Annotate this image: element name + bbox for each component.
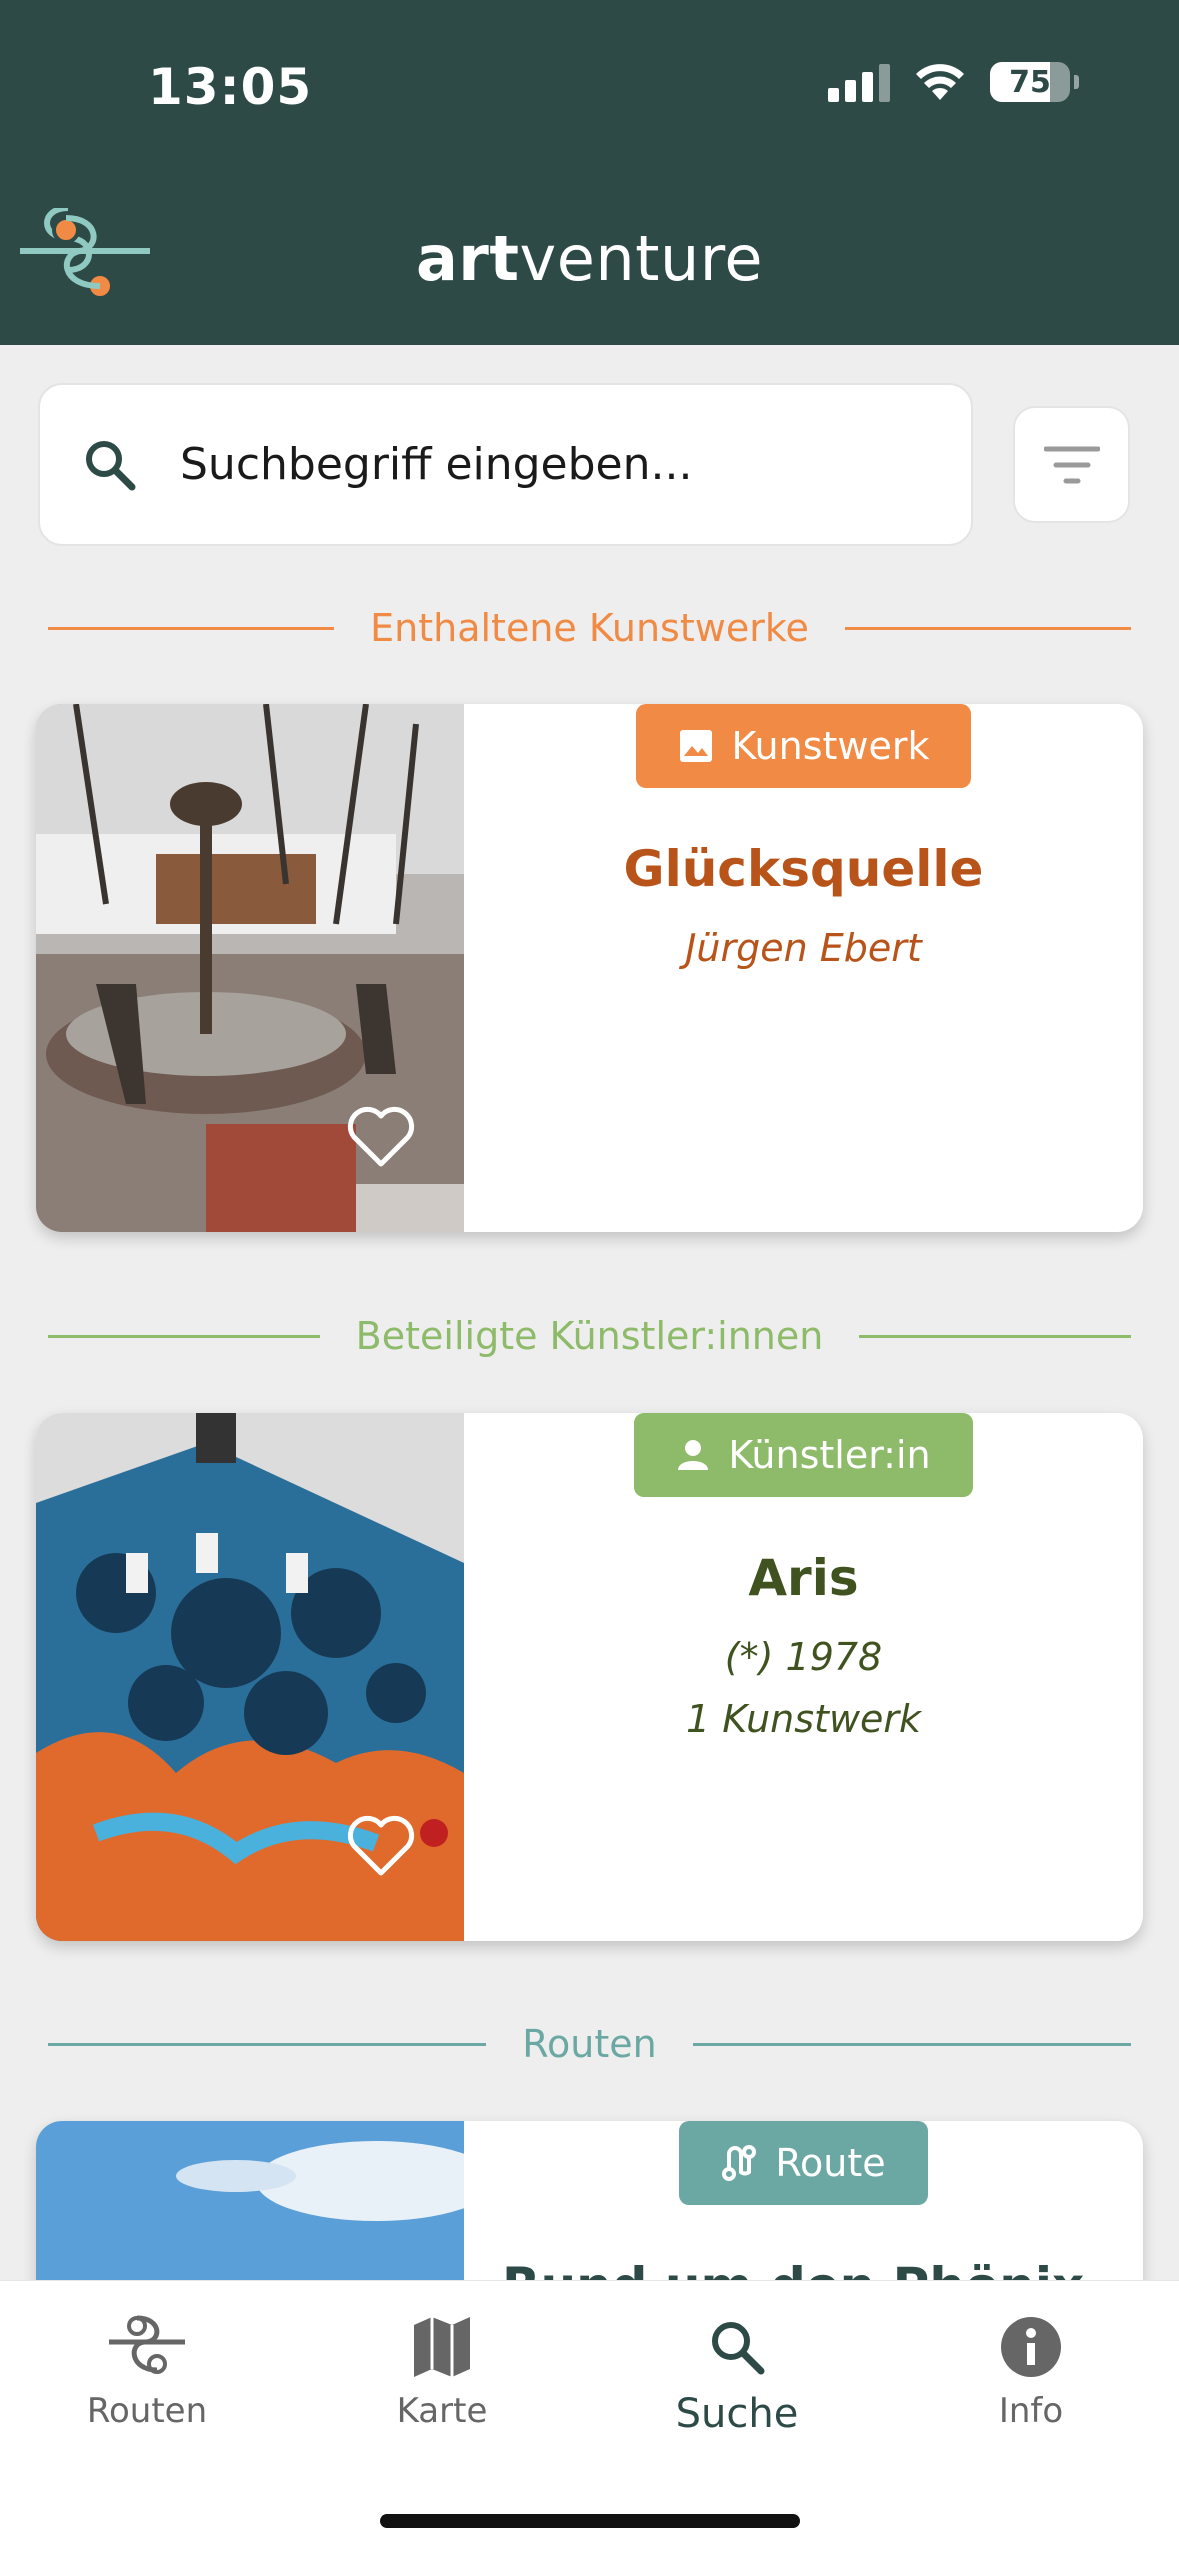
- section-divider-routes: Routen: [48, 2014, 1131, 2074]
- nav-info[interactable]: Info: [911, 2307, 1151, 2431]
- status-icons: 75: [828, 62, 1079, 102]
- favorite-heart-icon[interactable]: [346, 1104, 416, 1168]
- artwork-title: Glücksquelle: [623, 840, 984, 898]
- app-header: 13:05 75 artventure: [0, 0, 1179, 345]
- info-icon: [1001, 2317, 1061, 2377]
- artist-born: (*) 1978: [724, 1635, 883, 1679]
- artist-tag: Künstler:in: [634, 1413, 973, 1497]
- search-input[interactable]: [180, 439, 940, 490]
- artist-name: Aris: [748, 1549, 859, 1607]
- artist-card[interactable]: Künstler:in Aris (*) 1978 1 Kunstwerk: [36, 1413, 1143, 1941]
- section-title-artists: Beteiligte Künstler:innen: [355, 1314, 824, 1358]
- artwork-content: Kunstwerk Glücksquelle Jürgen Ebert: [464, 704, 1143, 1232]
- artwork-artist: Jürgen Ebert: [685, 926, 922, 970]
- section-title-artworks: Enthaltene Kunstwerke: [370, 606, 809, 650]
- signal-icon: [828, 62, 890, 102]
- favorite-heart-icon[interactable]: [346, 1813, 416, 1877]
- artist-image: [36, 1413, 464, 1941]
- artwork-tag: Kunstwerk: [635, 704, 972, 788]
- artwork-card[interactable]: Kunstwerk Glücksquelle Jürgen Ebert: [36, 704, 1143, 1232]
- route-tag: Route: [679, 2121, 928, 2205]
- map-icon: [414, 2317, 470, 2377]
- section-divider-artworks: Enthaltene Kunstwerke: [48, 598, 1131, 658]
- nav-suche[interactable]: Suche: [617, 2307, 857, 2437]
- search-icon: [86, 440, 136, 490]
- route-icon: [722, 2145, 757, 2181]
- filter-icon: [1043, 446, 1100, 483]
- route-logo-icon: [109, 2315, 185, 2374]
- nav-karte[interactable]: Karte: [322, 2307, 562, 2431]
- section-divider-artists: Beteiligte Künstler:innen: [48, 1306, 1131, 1366]
- artwork-image: [36, 704, 464, 1232]
- person-icon: [678, 1440, 709, 1470]
- battery-level: 75: [1009, 64, 1051, 100]
- home-indicator: [380, 2514, 800, 2528]
- battery-icon: 75: [990, 62, 1070, 102]
- image-icon: [679, 730, 712, 762]
- wifi-icon: [916, 64, 964, 100]
- search-bar[interactable]: [38, 383, 973, 546]
- search-icon: [712, 2322, 765, 2375]
- app-brand: artventure: [415, 222, 764, 295]
- section-title-routes: Routen: [522, 2022, 657, 2066]
- status-time: 13:05: [148, 58, 313, 116]
- nav-routen[interactable]: Routen: [27, 2307, 267, 2431]
- artist-artwork-count: 1 Kunstwerk: [685, 1697, 922, 1741]
- artist-content: Künstler:in Aris (*) 1978 1 Kunstwerk: [464, 1413, 1143, 1941]
- filter-button[interactable]: [1013, 406, 1130, 523]
